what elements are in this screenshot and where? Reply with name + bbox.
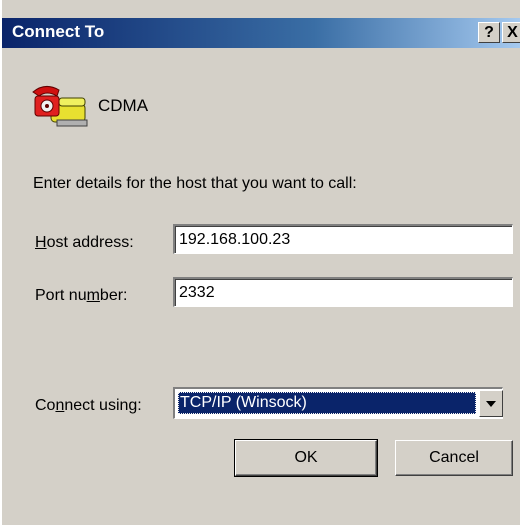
help-button[interactable]: ? bbox=[478, 22, 500, 43]
selected-option[interactable]: TCP/IP (Winsock) bbox=[178, 392, 476, 414]
help-icon: ? bbox=[484, 24, 494, 41]
label-text: nect using: bbox=[64, 397, 142, 414]
cancel-button[interactable]: Cancel bbox=[395, 440, 513, 476]
label-text: ber: bbox=[99, 287, 128, 304]
connection-name: CDMA bbox=[98, 96, 149, 115]
connect-using-label: Connect using: bbox=[35, 397, 142, 415]
phone-icon bbox=[32, 86, 88, 127]
host-address-input[interactable] bbox=[173, 224, 513, 254]
close-button[interactable]: X bbox=[502, 22, 520, 43]
label-text: Co bbox=[35, 397, 56, 414]
close-icon: X bbox=[507, 24, 518, 41]
title-bar[interactable]: Connect To ? X bbox=[2, 18, 520, 48]
connect-using-select[interactable]: TCP/IP (Winsock) bbox=[173, 387, 503, 419]
instruction-text: Enter details for the host that you want… bbox=[33, 175, 357, 192]
window-title: Connect To bbox=[12, 22, 105, 41]
connect-to-dialog: Connect To ? X CDMA Enter details for th… bbox=[0, 0, 520, 525]
label-accelerator: H bbox=[35, 234, 47, 251]
port-number-input[interactable] bbox=[173, 277, 513, 307]
host-address-label: Host address: bbox=[35, 234, 134, 252]
label-accelerator: m bbox=[86, 287, 100, 304]
dropdown-button[interactable] bbox=[479, 390, 503, 417]
chevron-down-icon bbox=[486, 401, 496, 407]
port-number-label: Port number: bbox=[35, 287, 128, 305]
label-text: Port nu bbox=[35, 287, 87, 304]
label-text: ost address: bbox=[46, 234, 134, 251]
ok-button[interactable]: OK bbox=[234, 439, 378, 477]
